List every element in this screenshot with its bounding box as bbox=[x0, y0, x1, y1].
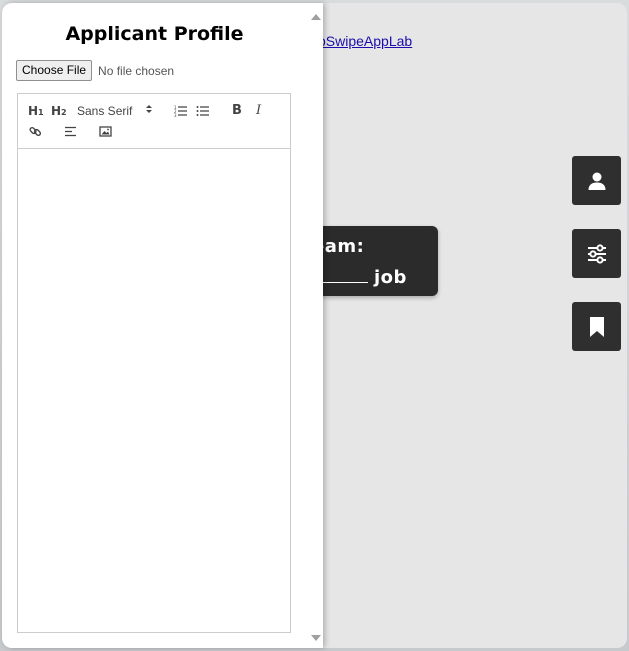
saved-button[interactable] bbox=[572, 302, 621, 351]
scroll-down-arrow[interactable] bbox=[309, 631, 323, 643]
align-left-icon[interactable] bbox=[64, 126, 77, 140]
bold-button[interactable]: B bbox=[232, 103, 242, 118]
choose-file-button[interactable]: Choose File bbox=[16, 60, 93, 81]
rich-text-editor: H1 H2 Sans Serif 1 2 3 B I bbox=[17, 93, 291, 633]
heading2-label: H bbox=[51, 104, 62, 118]
editor-content-area[interactable] bbox=[18, 149, 290, 629]
file-status-text: No file chosen bbox=[98, 63, 175, 78]
dream-card-suffix: job bbox=[374, 267, 407, 288]
scroll-up-arrow[interactable] bbox=[309, 10, 323, 22]
bullet-list-icon[interactable] bbox=[196, 105, 210, 120]
select-arrows-icon bbox=[145, 103, 153, 118]
ordered-list-icon[interactable]: 1 2 3 bbox=[174, 105, 188, 120]
sliders-icon bbox=[586, 243, 608, 265]
person-icon bbox=[587, 171, 607, 191]
app-link[interactable]: oSwipeAppLab bbox=[318, 33, 412, 49]
filters-button[interactable] bbox=[572, 229, 621, 278]
applicant-profile-panel: Applicant Profile Choose File No file ch… bbox=[2, 3, 323, 648]
link-icon[interactable] bbox=[29, 125, 42, 141]
heading2-button[interactable]: H2 bbox=[51, 104, 67, 118]
svg-text:3: 3 bbox=[174, 113, 177, 117]
heading1-sub: 1 bbox=[38, 108, 44, 117]
dream-card-line2: job bbox=[312, 264, 407, 288]
profile-button[interactable] bbox=[572, 156, 621, 205]
image-icon[interactable] bbox=[99, 126, 112, 140]
font-family-value: Sans Serif bbox=[77, 104, 133, 118]
heading2-sub: 2 bbox=[61, 108, 67, 117]
heading1-label: H bbox=[28, 104, 39, 118]
italic-button[interactable]: I bbox=[256, 103, 261, 118]
file-upload: Choose File No file chosen bbox=[16, 60, 174, 81]
heading1-button[interactable]: H1 bbox=[28, 104, 44, 118]
panel-title: Applicant Profile bbox=[65, 23, 244, 45]
bookmark-icon bbox=[588, 316, 606, 338]
editor-toolbar: H1 H2 Sans Serif 1 2 3 B I bbox=[18, 94, 290, 149]
font-family-select[interactable]: Sans Serif bbox=[77, 104, 132, 118]
